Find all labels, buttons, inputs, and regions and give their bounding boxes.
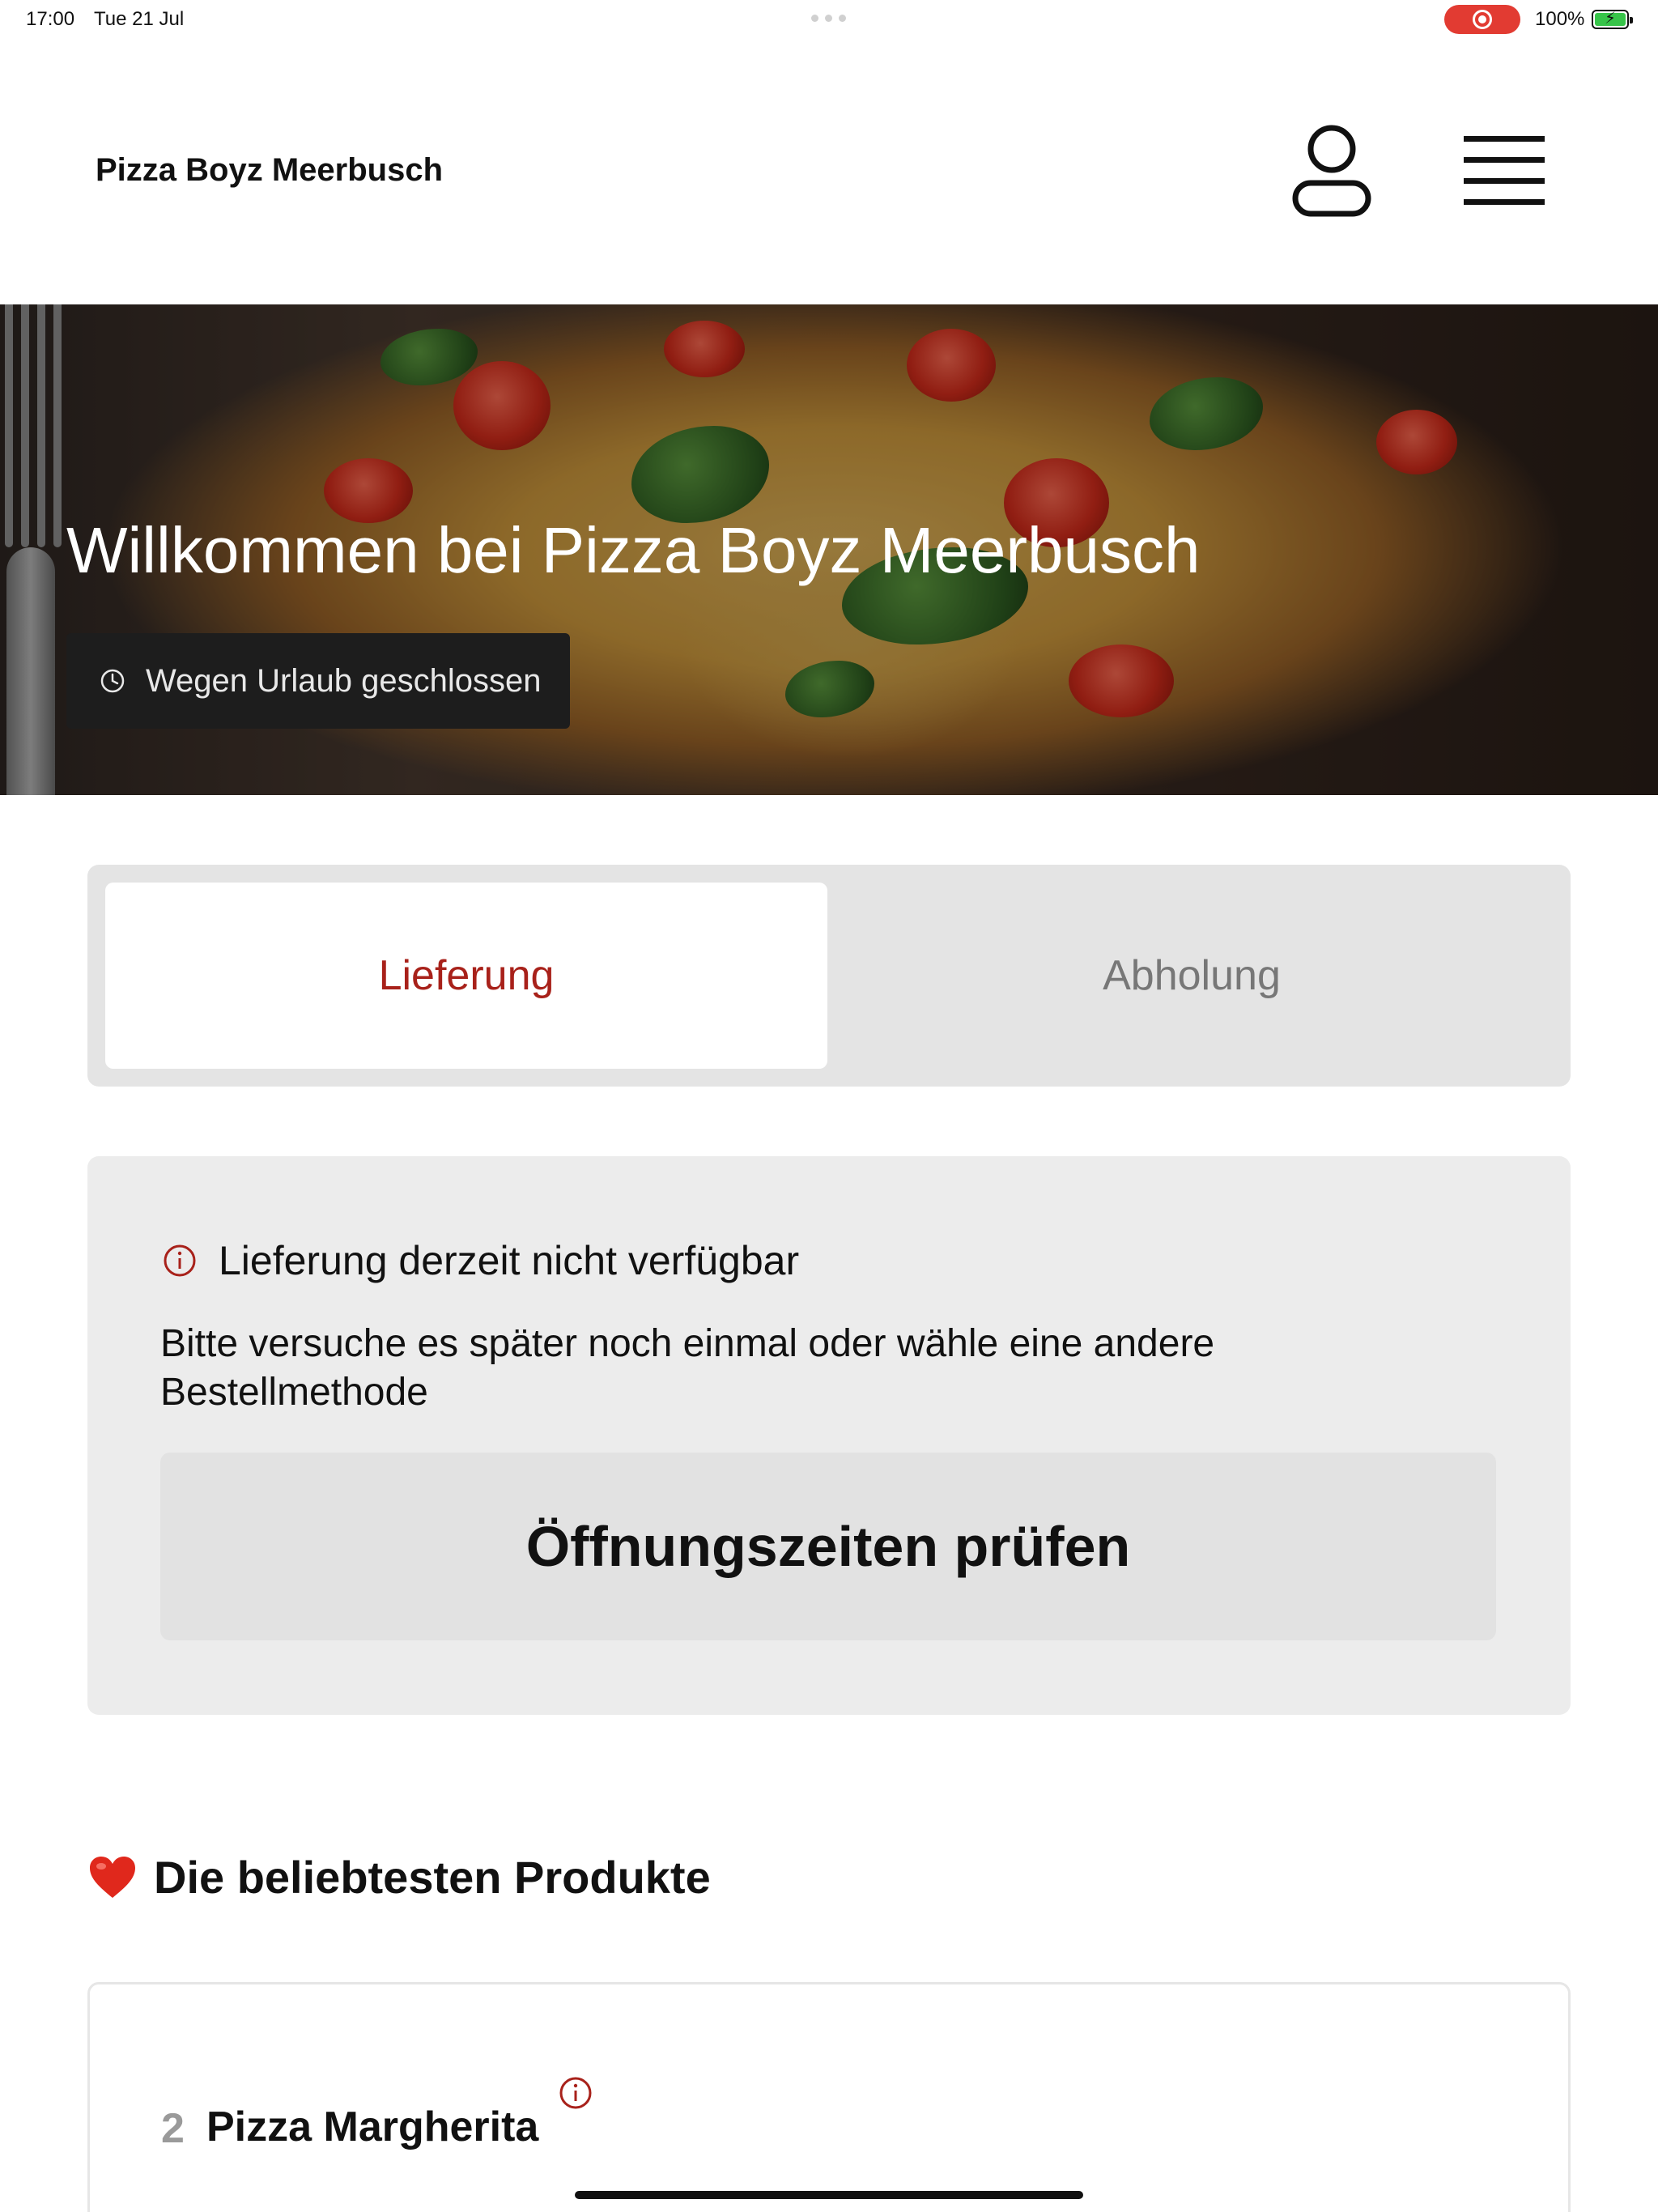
info-icon — [164, 1244, 196, 1277]
status-time: 17:00 — [26, 8, 75, 30]
store-status-badge: Wegen Urlaub geschlossen — [66, 633, 570, 729]
record-icon — [1473, 10, 1492, 29]
tab-pickup[interactable]: Abholung — [831, 883, 1553, 1069]
hamburger-menu-icon — [1464, 136, 1545, 205]
heart-icon — [90, 1856, 135, 1898]
hero-banner: Willkommen bei Pizza Boyz Meerbusch Wege… — [0, 304, 1658, 795]
hero-title: Willkommen bei Pizza Boyz Meerbusch — [66, 514, 1201, 586]
app-screen: 17:00 Tue 21 Jul 100% ⚡ Pizza Boyz Meerb… — [0, 0, 1658, 2212]
menu-button[interactable] — [1464, 133, 1550, 206]
multitasking-dots-icon[interactable] — [811, 15, 846, 22]
notice-message: Bitte versuche es später noch einmal ode… — [160, 1322, 1215, 1414]
site-header: Pizza Boyz Meerbusch — [0, 39, 1658, 304]
popular-products-heading: Die beliebtesten Produkte — [87, 1851, 711, 1904]
check-opening-hours-button[interactable]: Öffnungszeiten prüfen — [160, 1453, 1496, 1640]
product-info-button[interactable] — [558, 2075, 593, 2115]
popular-products-title: Die beliebtesten Produkte — [154, 1852, 711, 1903]
product-number: 2 — [161, 2105, 185, 2152]
status-date: Tue 21 Jul — [94, 8, 185, 30]
clock-icon — [100, 669, 125, 693]
brand-name[interactable]: Pizza Boyz Meerbusch — [96, 152, 443, 189]
notice-header: Lieferung derzeit nicht verfügbar — [162, 1237, 799, 1284]
product-name: Pizza Margherita — [206, 2104, 539, 2150]
order-mode-switch: Lieferung Abholung — [87, 865, 1571, 1087]
store-status-text: Wegen Urlaub geschlossen — [146, 662, 542, 699]
home-indicator[interactable] — [575, 2191, 1083, 2199]
info-icon — [559, 2077, 592, 2109]
tab-delivery[interactable]: Lieferung — [105, 883, 827, 1069]
battery-percentage: 100% — [1535, 8, 1585, 30]
delivery-unavailable-card: Lieferung derzeit nicht verfügbar Bitte … — [87, 1156, 1571, 1715]
status-bar: 17:00 Tue 21 Jul 100% ⚡ — [0, 0, 1658, 39]
product-card[interactable]: 2 Pizza Margherita — [87, 1982, 1571, 2212]
notice-title: Lieferung derzeit nicht verfügbar — [219, 1238, 800, 1283]
battery-icon: ⚡ — [1592, 10, 1633, 29]
user-icon — [1292, 125, 1371, 217]
screen-recording-indicator[interactable] — [1444, 5, 1520, 34]
account-button[interactable] — [1289, 121, 1375, 219]
